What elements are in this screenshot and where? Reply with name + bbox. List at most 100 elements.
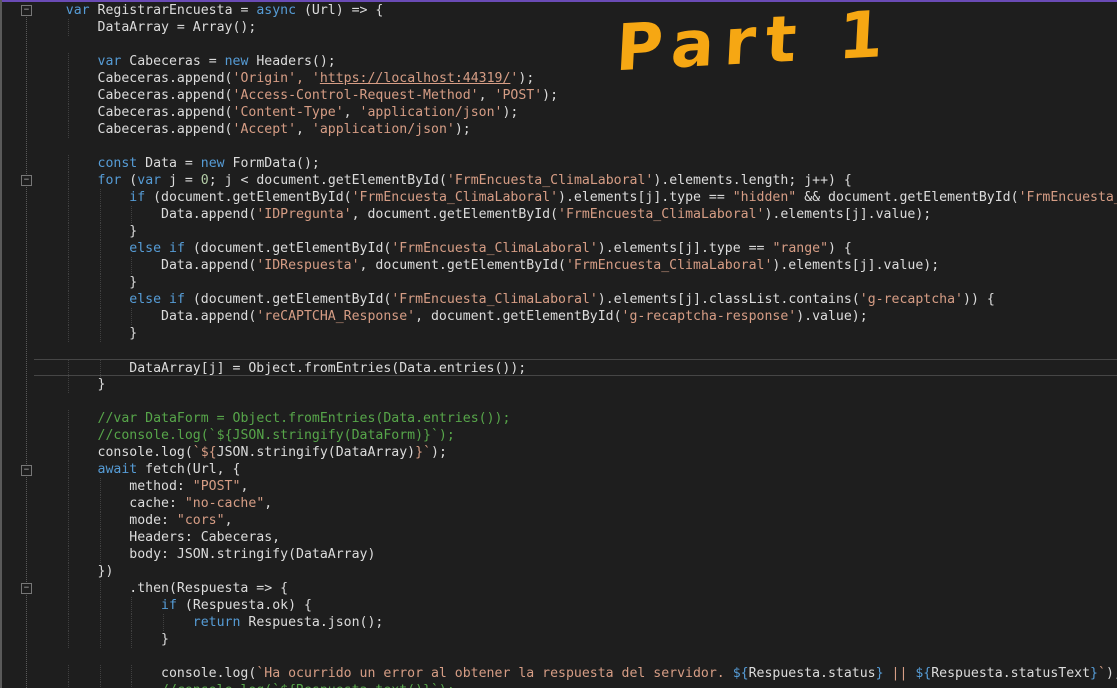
code-line[interactable]: //console.log(`${Respuesta.text()}`); (34, 682, 1117, 688)
code-line[interactable]: if (Respuesta.ok) { (34, 597, 1117, 614)
code-line-text: Cabeceras.append('Access-Control-Request… (34, 87, 559, 104)
code-line[interactable]: method: "POST", (34, 478, 1117, 495)
code-token: Data.append( (34, 309, 257, 324)
code-token: await (97, 462, 138, 477)
code-token: , (296, 122, 312, 137)
code-token: , (224, 513, 233, 528)
code-line[interactable] (34, 393, 1117, 410)
code-token: //console.log(`${JSON.stringify(DataForm… (97, 428, 455, 443)
code-line[interactable]: body: JSON.stringify(DataArray) (34, 546, 1117, 563)
code-line[interactable]: mode: "cors", (34, 512, 1117, 529)
code-token: `${ (192, 445, 217, 460)
code-line[interactable]: .then(Respuesta => { (34, 580, 1117, 597)
code-line[interactable]: } (34, 631, 1117, 648)
collapse-icon[interactable]: − (21, 5, 32, 16)
code-line[interactable]: }) (34, 563, 1117, 580)
code-line-text: }) (34, 563, 114, 580)
code-token: 'reCAPTCHA_Response' (256, 309, 416, 324)
code-token: , document.getElementById( (415, 309, 622, 324)
code-line-text: Headers: Cabeceras, (34, 529, 280, 546)
code-token: if (129, 190, 146, 205)
code-line-text: else if (document.getElementById('FrmEnc… (34, 291, 994, 308)
code-line[interactable]: } (34, 325, 1117, 342)
code-token: ); (431, 445, 447, 460)
code-editor[interactable]: − − − − var RegistrarEncuesta = async (U… (0, 0, 1117, 688)
code-line[interactable]: console.log(`Ha ocurrido un error al obt… (34, 665, 1117, 682)
code-token: , document.getElementById( (359, 258, 566, 273)
code-line-text: await fetch(Url, { (34, 461, 241, 478)
code-token: Cabeceras.append( (34, 105, 233, 120)
code-token: 'FrmEncuesta_ClimaLaboral' (351, 190, 559, 205)
code-token: async (256, 3, 297, 18)
code-token: DataArray[j] = Object.fromEntries(Data.e… (34, 361, 527, 376)
code-line[interactable] (34, 36, 1117, 53)
code-line[interactable]: var RegistrarEncuesta = async (Url) => { (34, 2, 1117, 19)
code-token: for (97, 173, 122, 188)
code-line[interactable] (34, 342, 1117, 359)
code-line[interactable]: if (document.getElementById('FrmEncuesta… (34, 189, 1117, 206)
code-line[interactable]: //var DataForm = Object.fromEntries(Data… (34, 410, 1117, 427)
code-line[interactable]: Data.append('IDPregunta', document.getEl… (34, 206, 1117, 223)
code-token: (Respuesta.ok) { (176, 598, 312, 613)
code-token: , (343, 105, 360, 120)
code-line[interactable]: Cabeceras.append('Origin', 'https://loca… (34, 70, 1117, 87)
code-token: else (129, 241, 162, 256)
code-line[interactable] (34, 648, 1117, 665)
code-line[interactable]: console.log(`${JSON.stringify(DataArray)… (34, 444, 1117, 461)
code-line[interactable]: Data.append('reCAPTCHA_Response', docume… (34, 308, 1117, 325)
code-line[interactable]: else if (document.getElementById('FrmEnc… (34, 291, 1117, 308)
code-line[interactable]: else if (document.getElementById('FrmEnc… (34, 240, 1117, 257)
code-line[interactable]: var Cabeceras = new Headers(); (34, 53, 1117, 70)
code-token: ${ (915, 666, 932, 681)
code-line[interactable]: } (34, 376, 1117, 393)
code-line[interactable]: } (34, 274, 1117, 291)
code-line-text: Data.append('reCAPTCHA_Response', docume… (34, 308, 868, 325)
code-token: Data.append( (34, 258, 257, 273)
code-token: .then(Respuesta => { (34, 581, 289, 596)
code-token[interactable]: https://localhost:44319/ (320, 71, 511, 86)
editor-margin-bar (0, 0, 2, 688)
code-line-text: DataArray = Array(); (34, 19, 257, 36)
code-line[interactable]: Cabeceras.append('Access-Control-Request… (34, 87, 1117, 104)
code-token: 'IDRespuesta' (256, 258, 360, 273)
code-line[interactable]: DataArray[j] = Object.fromEntries(Data.e… (34, 359, 1117, 377)
code-line[interactable]: return Respuesta.json(); (34, 614, 1117, 631)
code-token: 0 (200, 173, 209, 188)
code-line[interactable]: for (var j = 0; j < document.getElementB… (34, 172, 1117, 189)
code-line[interactable]: Headers: Cabeceras, (34, 529, 1117, 546)
code-token: ).elements[j].classList.contains( (597, 292, 860, 307)
code-line[interactable]: const Data = new FormData(); (34, 155, 1117, 172)
code-line[interactable]: Cabeceras.append('Content-Type', 'applic… (34, 104, 1117, 121)
collapse-icon[interactable]: − (21, 175, 32, 186)
code-line-text: return Respuesta.json(); (34, 614, 384, 631)
code-line[interactable]: DataArray = Array(); (34, 19, 1117, 36)
code-token: RegistrarEncuesta = (89, 3, 257, 18)
code-token: method: (34, 479, 193, 494)
code-line-text: Cabeceras.append('Accept', 'application/… (34, 121, 471, 138)
code-line[interactable]: Cabeceras.append('Accept', 'application/… (34, 121, 1117, 138)
code-line[interactable]: } (34, 223, 1117, 240)
code-token: ).elements.length; j++) { (653, 173, 852, 188)
code-line-text: if (document.getElementById('FrmEncuesta… (34, 189, 1117, 206)
code-line[interactable]: await fetch(Url, { (34, 461, 1117, 478)
code-line[interactable]: cache: "no-cache", (34, 495, 1117, 512)
code-line[interactable] (34, 138, 1117, 155)
code-line-text: console.log(`${JSON.stringify(DataArray)… (34, 444, 447, 461)
code-token: ) { (828, 241, 852, 256)
code-token: , (264, 496, 273, 511)
collapse-icon[interactable]: − (21, 465, 32, 476)
code-token: ).elements[j].type == (597, 241, 773, 256)
collapse-icon[interactable]: − (21, 583, 32, 594)
code-token: fetch(Url, { (137, 462, 241, 477)
code-token: } (34, 377, 106, 392)
code-token: 'Access-Control-Request-Method' (232, 88, 479, 103)
code-token: ); (1105, 666, 1117, 681)
code-line[interactable]: Data.append('IDRespuesta', document.getE… (34, 257, 1117, 274)
code-line[interactable]: //console.log(`${JSON.stringify(DataForm… (34, 427, 1117, 444)
